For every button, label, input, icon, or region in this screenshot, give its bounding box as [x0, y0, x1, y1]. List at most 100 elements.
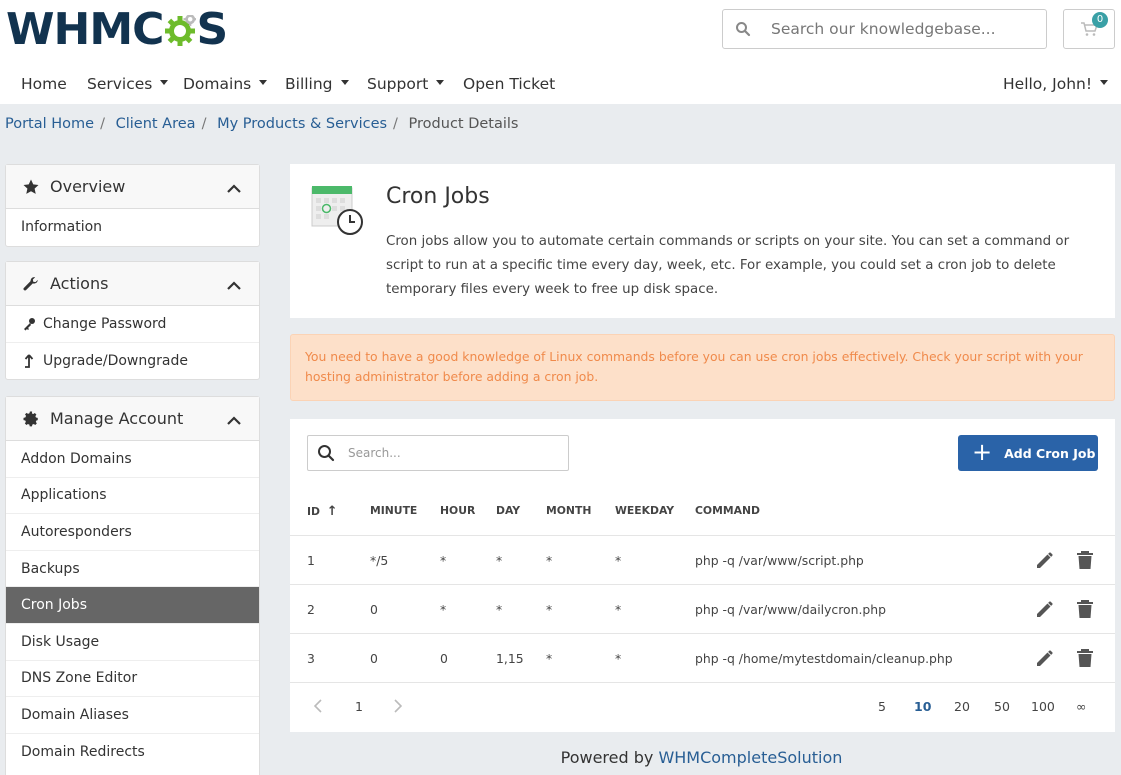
cell-minute: */5: [370, 553, 389, 568]
col-header-weekday[interactable]: WEEKDAY: [615, 504, 674, 517]
sidebar-item-disk-usage[interactable]: Disk Usage: [6, 624, 259, 661]
table-row: 1 */5 * * * * php -q /var/www/script.php: [290, 535, 1115, 584]
chevron-up-icon[interactable]: [227, 179, 241, 198]
panel-title: Overview: [50, 177, 126, 196]
footer: Powered by WHMCompleteSolution: [0, 748, 1121, 767]
sidebar-item-label: Applications: [21, 487, 107, 504]
col-header-label: ID: [307, 505, 320, 518]
cell-month: *: [546, 651, 553, 666]
cell-command: php -q /var/www/script.php: [695, 553, 864, 568]
breadcrumb-portal-home[interactable]: Portal Home: [5, 116, 94, 132]
user-menu[interactable]: Hello, John!: [1003, 64, 1109, 104]
search-icon: [723, 10, 763, 48]
sidebar-item-label: Disk Usage: [21, 633, 100, 650]
nav-support[interactable]: Support: [367, 64, 445, 104]
breadcrumb-current: Product Details: [408, 116, 519, 132]
add-cron-job-button[interactable]: + Add Cron Job: [958, 435, 1098, 471]
cell-weekday: *: [615, 651, 622, 666]
main-nav: Home Services Domains Billing Support Op…: [0, 64, 1121, 104]
breadcrumb-client-area[interactable]: Client Area: [116, 116, 196, 132]
table-row: 3 0 0 1,15 * * php -q /home/mytestdomain…: [290, 633, 1115, 682]
pencil-icon[interactable]: [1035, 550, 1055, 574]
cart-button[interactable]: 0: [1063, 9, 1115, 49]
nav-domains[interactable]: Domains: [183, 64, 268, 104]
sidebar-item-backups[interactable]: Backups: [6, 551, 259, 588]
panel-header-actions[interactable]: Actions: [6, 262, 259, 306]
chevron-up-icon[interactable]: [227, 411, 241, 430]
top-bar: WHMC S Search our knowledgebase... 0 Hom…: [0, 0, 1121, 104]
chevron-down-icon: [259, 80, 268, 85]
page-size-option[interactable]: ∞: [1076, 699, 1086, 714]
sidebar-item-information[interactable]: Information: [6, 209, 259, 246]
arrow-up-icon: [21, 353, 37, 369]
sidebar-item-cron-jobs[interactable]: Cron Jobs: [6, 587, 259, 624]
cron-description: Cron jobs allow you to automate certain …: [386, 234, 1070, 297]
col-header-command[interactable]: COMMAND: [695, 504, 760, 517]
pencil-icon[interactable]: [1035, 648, 1055, 672]
cron-jobs-intro-card: Cron Jobs Cron jobs allow you to automat…: [290, 164, 1115, 318]
prev-page-icon[interactable]: [313, 699, 322, 716]
sidebar-panel-overview: Overview Information: [5, 164, 260, 247]
table-search-input[interactable]: Search...: [348, 446, 401, 460]
knowledgebase-search[interactable]: Search our knowledgebase...: [722, 9, 1047, 49]
warning-alert: You need to have a good knowledge of Lin…: [290, 334, 1115, 401]
breadcrumb-products-services[interactable]: My Products & Services: [217, 116, 387, 132]
col-header-month[interactable]: MONTH: [546, 504, 591, 517]
knowledgebase-search-input[interactable]: Search our knowledgebase...: [763, 20, 996, 38]
nav-home[interactable]: Home: [21, 64, 67, 104]
table-search[interactable]: Search...: [307, 435, 569, 471]
trash-icon[interactable]: [1076, 648, 1094, 672]
logo-text-left: WHMC: [6, 4, 164, 55]
page-size-option[interactable]: 5: [878, 699, 886, 714]
cell-month: *: [546, 553, 553, 568]
sidebar-item-change-password[interactable]: Change Password: [6, 306, 259, 343]
breadcrumb-separator: /: [100, 116, 105, 132]
page-size-option[interactable]: 50: [994, 699, 1010, 714]
nav-services-label: Services: [87, 75, 153, 93]
col-header-id[interactable]: ID ↑: [307, 504, 338, 519]
nav-services[interactable]: Services: [87, 64, 169, 104]
next-page-icon[interactable]: [394, 699, 403, 716]
sidebar-item-dns-zone-editor[interactable]: DNS Zone Editor: [6, 661, 259, 698]
user-menu-label: Hello, John!: [1003, 75, 1093, 93]
key-icon: [21, 317, 37, 331]
sidebar-item-upgrade-downgrade[interactable]: Upgrade/Downgrade: [6, 343, 259, 380]
col-header-day[interactable]: DAY: [496, 504, 520, 517]
trash-icon[interactable]: [1076, 550, 1094, 574]
gear-icon: [22, 409, 44, 429]
cell-id: 3: [307, 651, 315, 666]
col-header-minute[interactable]: MINUTE: [370, 504, 417, 517]
sidebar-item-domain-aliases[interactable]: Domain Aliases: [6, 697, 259, 734]
footer-link[interactable]: WHMCompleteSolution: [658, 748, 842, 767]
sidebar-item-label: Information: [21, 219, 103, 236]
wrench-icon: [22, 274, 44, 294]
table-row: 2 0 * * * * php -q /var/www/dailycron.ph…: [290, 584, 1115, 633]
cell-id: 1: [307, 553, 315, 568]
panel-header-overview[interactable]: Overview: [6, 165, 259, 209]
sidebar-item-addon-domains[interactable]: Addon Domains: [6, 441, 259, 478]
page-size-option-active[interactable]: 10: [914, 699, 931, 714]
page-size-option[interactable]: 100: [1031, 699, 1055, 714]
page-size-option[interactable]: 20: [954, 699, 970, 714]
trash-icon[interactable]: [1076, 599, 1094, 623]
sort-ascending-icon: ↑: [326, 504, 338, 519]
sidebar-item-autoresponders[interactable]: Autoresponders: [6, 514, 259, 551]
pagination-divider: [290, 682, 1115, 683]
cell-month: *: [546, 602, 553, 617]
sidebar-item-label: Change Password: [43, 315, 167, 332]
cell-day: *: [496, 553, 503, 568]
logo[interactable]: WHMC S: [6, 6, 228, 54]
sidebar-panel-manage-account: Manage Account Addon Domains Application…: [5, 396, 260, 775]
chevron-up-icon[interactable]: [227, 276, 241, 295]
page-number[interactable]: 1: [355, 699, 363, 714]
nav-open-ticket[interactable]: Open Ticket: [463, 64, 555, 104]
pencil-icon[interactable]: [1035, 599, 1055, 623]
footer-prefix: Powered by: [560, 748, 659, 767]
cell-minute: 0: [370, 602, 378, 617]
nav-billing[interactable]: Billing: [285, 64, 349, 104]
col-header-hour[interactable]: HOUR: [440, 504, 475, 517]
sidebar-item-label: Upgrade/Downgrade: [43, 352, 188, 369]
nav-billing-label: Billing: [285, 75, 333, 93]
sidebar-item-applications[interactable]: Applications: [6, 478, 259, 515]
panel-header-manage-account[interactable]: Manage Account: [6, 397, 259, 441]
